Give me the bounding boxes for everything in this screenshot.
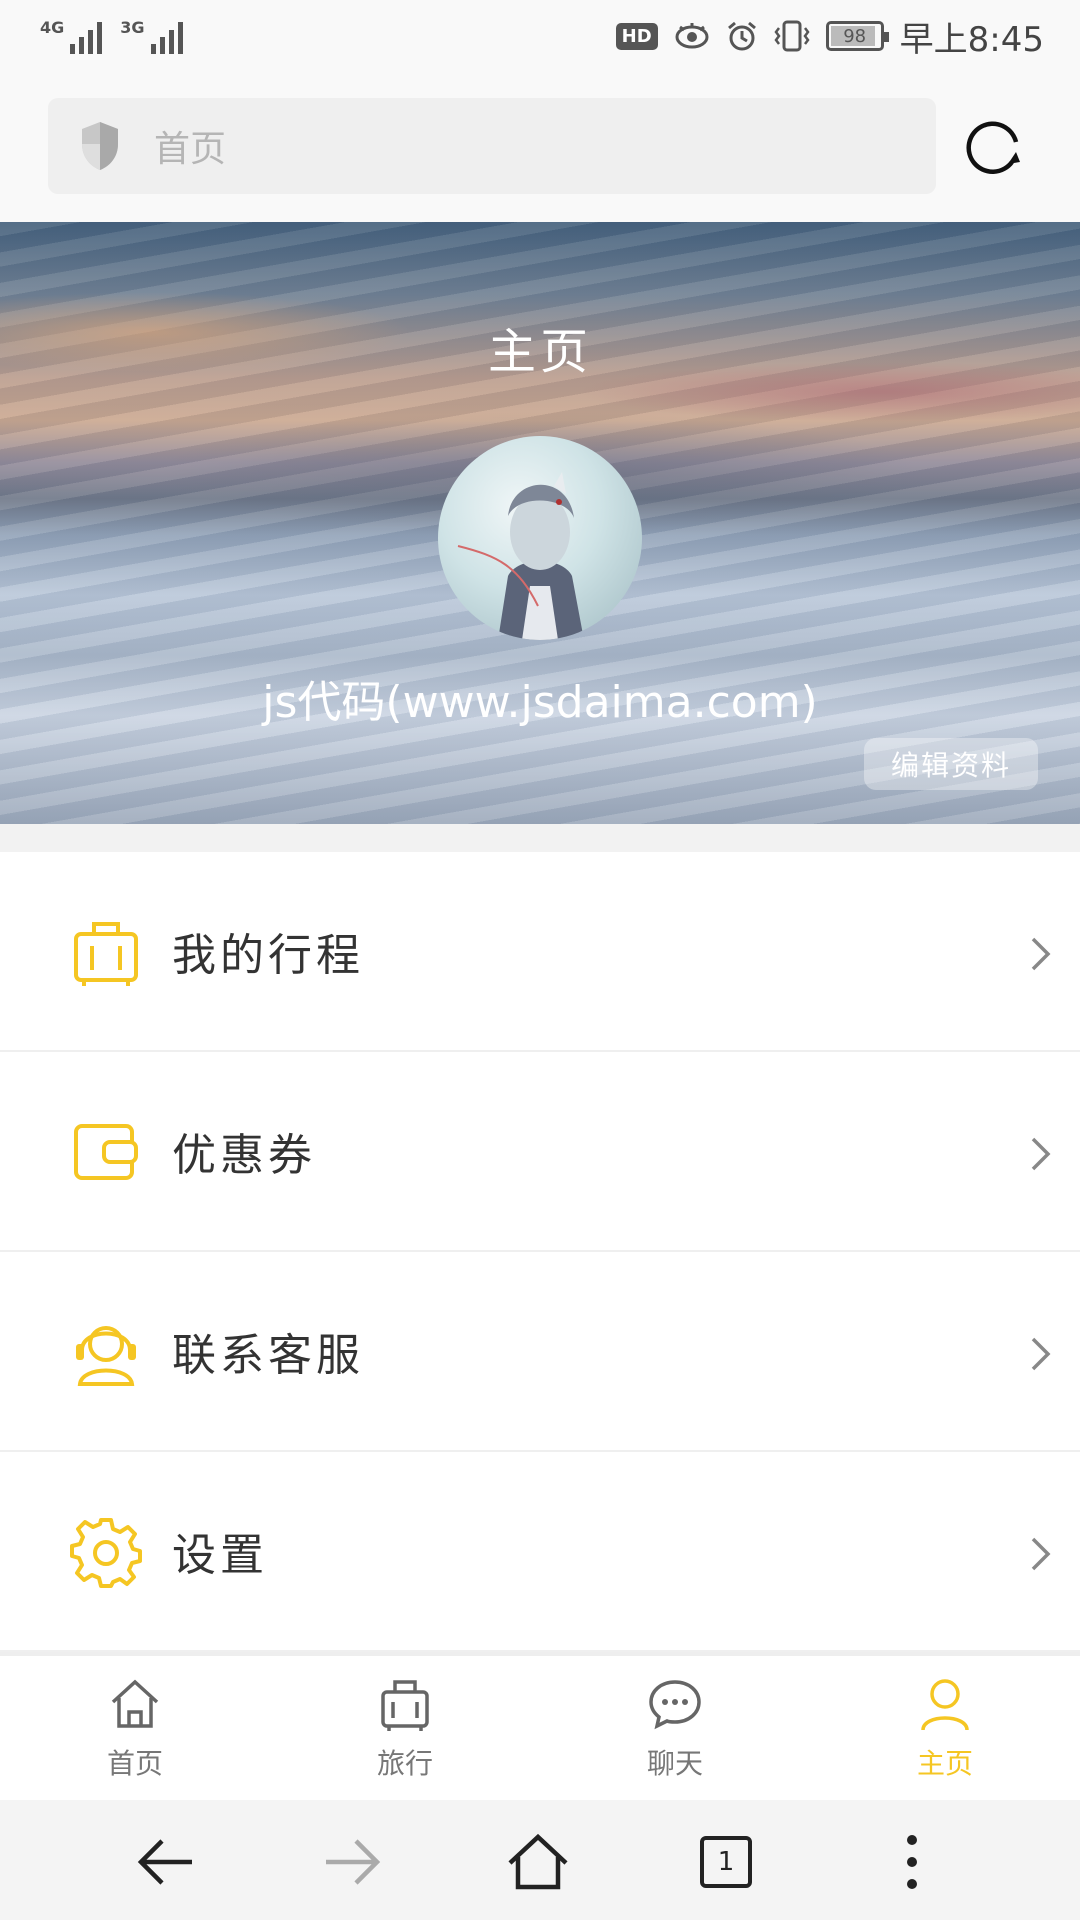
luggage-icon	[74, 922, 138, 986]
signal-4g-icon: 4G	[40, 18, 103, 54]
home-icon	[508, 1833, 568, 1890]
wallet-icon	[74, 1124, 138, 1180]
alarm-icon	[727, 21, 756, 51]
signal-group: 4G 3G	[40, 18, 183, 54]
profile-menu: 我的行程 优惠券 联系客服 设置	[0, 852, 1080, 1652]
gear-icon	[70, 1518, 142, 1588]
status-bar: 4G 3G HD 98 早上8:45	[0, 0, 1080, 72]
chat-icon	[649, 1680, 701, 1730]
signal-3g-icon: 3G	[120, 18, 183, 54]
section-divider	[0, 824, 1080, 852]
hd-badge: HD	[615, 22, 658, 50]
more-vertical-icon	[907, 1835, 917, 1889]
username: js代码(www.jsdaima.com)	[262, 677, 818, 728]
back-button[interactable]	[134, 1830, 198, 1894]
menu-item-settings[interactable]: 设置	[0, 1452, 1080, 1652]
home-button[interactable]	[506, 1830, 570, 1894]
browser-address-bar: 首页	[0, 72, 1080, 222]
battery-icon: 98	[825, 21, 889, 51]
tab-profile[interactable]: 主页	[810, 1656, 1080, 1800]
home-icon	[111, 1679, 159, 1728]
tab-label: 主页	[916, 1747, 973, 1780]
chevron-right-icon	[1031, 937, 1051, 971]
avatar[interactable]	[438, 436, 642, 640]
arrow-left-icon	[137, 1839, 192, 1885]
network-type-1: 4G	[40, 18, 65, 37]
menu-item-trips[interactable]: 我的行程	[0, 852, 1080, 1052]
reload-icon[interactable]	[966, 118, 1026, 178]
forward-button[interactable]	[320, 1830, 384, 1894]
tab-label: 首页	[106, 1747, 163, 1780]
network-type-2: 3G	[120, 18, 145, 37]
profile-header: 主页 js代码(www.jsdaima.com) 编辑资料	[0, 222, 1080, 824]
more-menu-button[interactable]	[880, 1830, 944, 1894]
customer-service-icon	[76, 1326, 136, 1386]
chevron-right-icon	[1031, 1537, 1051, 1571]
shield-icon	[82, 122, 118, 170]
edit-profile-button[interactable]: 编辑资料	[864, 738, 1038, 790]
menu-item-coupons[interactable]: 优惠券	[0, 1052, 1080, 1252]
bottom-tab-bar: 首页 旅行 聊天 主页	[0, 1652, 1080, 1800]
tab-travel[interactable]: 旅行	[270, 1656, 540, 1800]
tab-home[interactable]: 首页	[0, 1656, 270, 1800]
url-text: 首页	[154, 129, 227, 170]
eye-icon	[675, 23, 709, 49]
vibrate-icon	[774, 20, 810, 52]
url-field[interactable]: 首页	[48, 98, 936, 194]
tab-label: 聊天	[646, 1747, 703, 1780]
tabs-button[interactable]: 1	[694, 1830, 758, 1894]
status-right: HD 98 早上8:45	[615, 12, 1044, 61]
menu-label: 联系客服	[172, 1330, 364, 1381]
battery-level: 98	[843, 25, 867, 47]
clock: 早上8:45	[899, 19, 1044, 60]
luggage-icon	[381, 1680, 429, 1731]
menu-label: 优惠券	[172, 1130, 316, 1181]
menu-item-customer-service[interactable]: 联系客服	[0, 1252, 1080, 1452]
page-title: 主页	[487, 324, 592, 380]
menu-label: 我的行程	[172, 930, 364, 981]
user-icon	[921, 1679, 969, 1731]
tab-count: 1	[700, 1836, 752, 1888]
menu-label: 设置	[172, 1530, 268, 1581]
tab-chat[interactable]: 聊天	[540, 1656, 810, 1800]
arrow-right-icon	[326, 1839, 381, 1885]
chevron-right-icon	[1031, 1337, 1051, 1371]
chevron-right-icon	[1031, 1137, 1051, 1171]
avatar-illustration	[457, 472, 584, 640]
tab-label: 旅行	[376, 1747, 433, 1780]
browser-nav-bar: 1	[0, 1800, 1080, 1920]
